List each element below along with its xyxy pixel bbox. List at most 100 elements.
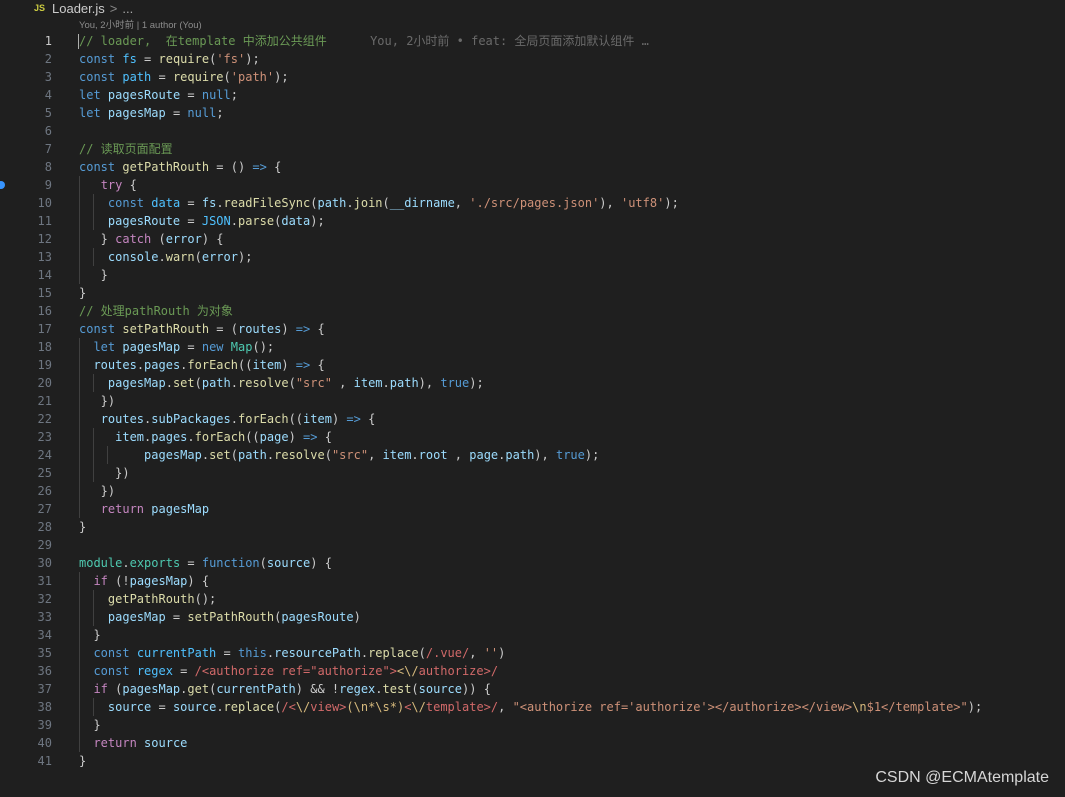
line-number: 12 (37, 232, 52, 246)
code-token: const (107, 196, 145, 210)
code-line[interactable]: 12 } catch (error) { (0, 230, 1065, 248)
code-token: . (230, 412, 238, 426)
code-token: ); (310, 214, 325, 228)
code-text: let pagesMap = null; (79, 104, 224, 122)
code-text: getPathRouth(); (79, 590, 216, 608)
code-line[interactable]: 15} (0, 284, 1065, 302)
code-token: module (79, 556, 123, 570)
code-line[interactable]: 14 } (0, 266, 1065, 284)
code-line[interactable]: 27 return pagesMap (0, 500, 1065, 518)
code-line[interactable]: 16 // 处理pathRouth 为对象 (0, 302, 1065, 320)
code-token: { (360, 412, 376, 426)
code-line[interactable]: 21 }) (0, 392, 1065, 410)
code-token: true (555, 448, 585, 462)
code-line[interactable]: 33 pagesMap = setPathRouth(pagesRoute) (0, 608, 1065, 626)
code-line[interactable]: 30 module.exports = function(source) { (0, 554, 1065, 572)
code-token: item (382, 448, 412, 462)
code-token: . (165, 376, 173, 390)
code-token: path (389, 376, 419, 390)
line-number: 20 (37, 376, 52, 390)
code-token: = (180, 340, 202, 354)
code-token: (( (288, 412, 304, 426)
code-token: replace (368, 646, 419, 660)
code-line[interactable]: 38 source = source.replace(/<\/view>(\n*… (0, 698, 1065, 716)
code-line[interactable]: 4 let pagesRoute = null; (0, 86, 1065, 104)
code-token: subPackages (151, 412, 231, 426)
code-token: 'path' (230, 70, 275, 84)
breakpoint-icon[interactable] (0, 181, 5, 189)
code-line[interactable]: 40 return source (0, 734, 1065, 752)
code-line[interactable]: 34 } (0, 626, 1065, 644)
code-token: = ( (209, 322, 238, 336)
code-token: = (180, 196, 202, 210)
code-line[interactable]: 5 let pagesMap = null; (0, 104, 1065, 122)
breadcrumb-file-name[interactable]: Loader.js (52, 1, 105, 16)
code-token: const (79, 160, 116, 174)
code-line[interactable]: 29 (0, 536, 1065, 554)
code-token: (); (194, 592, 217, 606)
code-line[interactable]: 37 if (pagesMap.get(currentPath) && !reg… (0, 680, 1065, 698)
code-token: replace (223, 700, 275, 714)
code-line[interactable]: 2 const fs = require('fs'); (0, 50, 1065, 68)
code-token: = (216, 646, 238, 660)
code-line[interactable]: 8 const getPathRouth = () => { (0, 158, 1065, 176)
code-token: // 处理pathRouth 为对象 (79, 304, 233, 318)
code-text: } (79, 716, 100, 734)
code-line[interactable]: 24 pagesMap.set(path.resolve("src", item… (0, 446, 1065, 464)
code-line[interactable]: 20 pagesMap.set(path.resolve("src" , ite… (0, 374, 1065, 392)
code-token: ); (274, 70, 289, 84)
code-token: . (216, 196, 224, 210)
code-token: data (151, 196, 181, 210)
code-line[interactable]: 36 const regex = /<authorize ref="author… (0, 662, 1065, 680)
code-token: } (79, 268, 108, 282)
code-line[interactable]: 9 try { (0, 176, 1065, 194)
code-line[interactable]: 11 pagesRoute = JSON.parse(data); (0, 212, 1065, 230)
code-token: getPathRouth (122, 160, 210, 174)
code-line[interactable]: 1 // loader, 在template 中添加公共组件 You, 2小时前 … (0, 32, 1065, 50)
breadcrumb-ellipsis[interactable]: ... (122, 1, 133, 16)
code-editor[interactable]: 1 // loader, 在template 中添加公共组件 You, 2小时前 … (0, 32, 1065, 770)
code-token: { (317, 430, 332, 444)
code-line[interactable]: 18 let pagesMap = new Map(); (0, 338, 1065, 356)
code-text: routes.pages.forEach((item) => { (79, 356, 324, 374)
code-token: const (79, 52, 116, 66)
code-line[interactable]: 13 console.warn(error); (0, 248, 1065, 266)
code-line[interactable]: 17 const setPathRouth = (routes) => { (0, 320, 1065, 338)
code-token: __dirname (389, 196, 455, 210)
code-token: forEach (187, 358, 238, 372)
code-line[interactable]: 3 const path = require('path'); (0, 68, 1065, 86)
code-token: ); (967, 700, 983, 714)
git-blame-codelens[interactable]: You, 2小时前 | 1 author (You) (79, 17, 202, 31)
code-line[interactable]: 32 getPathRouth(); (0, 590, 1065, 608)
code-line[interactable]: 35 const currentPath = this.resourcePath… (0, 644, 1065, 662)
code-line[interactable]: 6 (0, 122, 1065, 140)
code-token: ) { (187, 574, 210, 588)
code-line[interactable]: 10 const data = fs.readFileSync(path.joi… (0, 194, 1065, 212)
code-token: error (201, 250, 238, 264)
line-number: 10 (37, 196, 52, 210)
code-token: 'utf8' (620, 196, 665, 210)
code-token: pagesMap (107, 106, 166, 120)
code-token: const (79, 322, 116, 336)
code-token: currentPath (136, 646, 217, 660)
code-line[interactable]: 39 } (0, 716, 1065, 734)
code-line[interactable]: 41} (0, 752, 1065, 770)
code-token: ); (664, 196, 679, 210)
line-number: 29 (37, 538, 52, 552)
code-token: setPathRouth (122, 322, 210, 336)
code-token: './src/pages.json' (469, 196, 600, 210)
code-line[interactable]: 31 if (!pagesMap) { (0, 572, 1065, 590)
code-token: forEach (194, 430, 246, 444)
code-line[interactable]: 22 routes.subPackages.forEach((item) => … (0, 410, 1065, 428)
code-line[interactable]: 25 }) (0, 464, 1065, 482)
code-token: ( (418, 646, 426, 660)
code-line[interactable]: 19 routes.pages.forEach((item) => { (0, 356, 1065, 374)
code-token: ( (230, 448, 238, 462)
code-line[interactable]: 7 // 读取页面配置 (0, 140, 1065, 158)
code-line[interactable]: 26 }) (0, 482, 1065, 500)
code-token: set (172, 376, 195, 390)
code-line[interactable]: 28} (0, 518, 1065, 536)
code-text: const getPathRouth = () => { (79, 158, 281, 176)
code-line[interactable]: 23 item.pages.forEach((page) => { (0, 428, 1065, 446)
